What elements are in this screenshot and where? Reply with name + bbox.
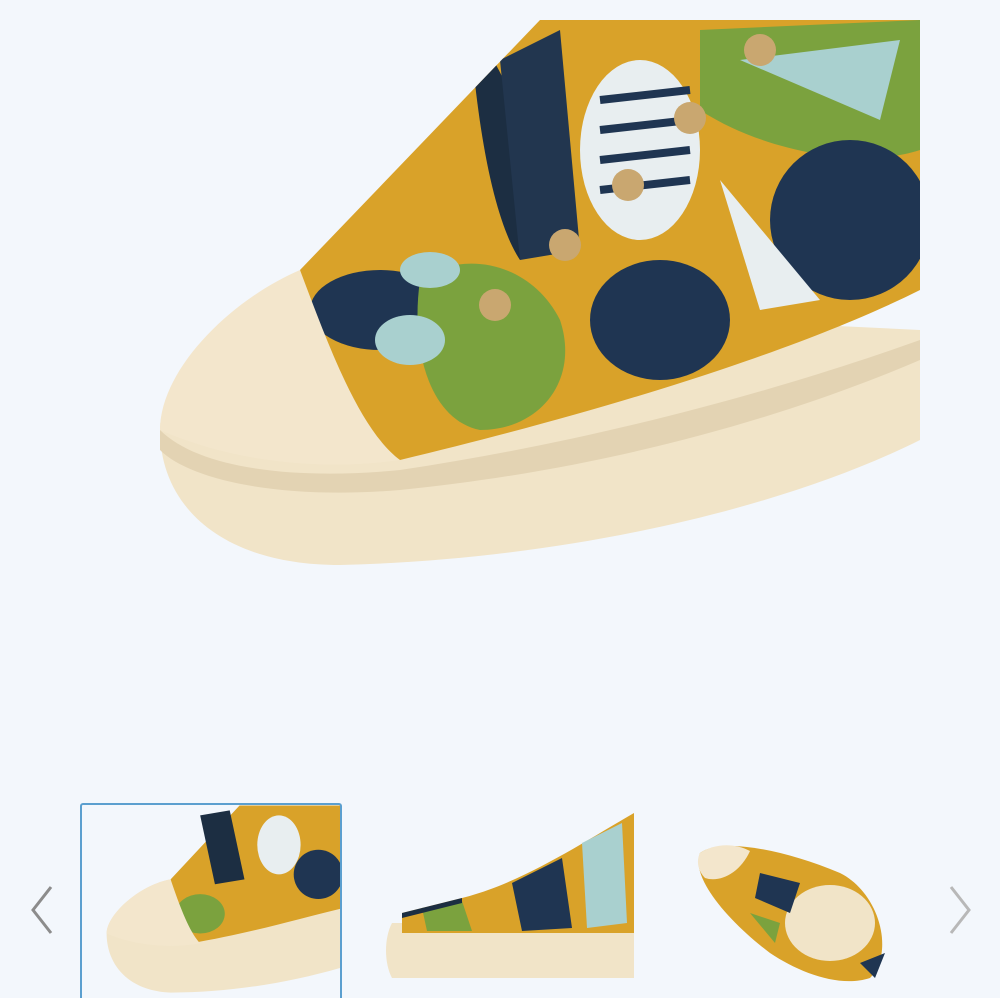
thumbnail-toe-closeup[interactable] [80,803,342,998]
main-product-image [0,0,1000,760]
thumbnail-top-angle[interactable] [660,803,922,998]
thumbnail-side-profile[interactable] [372,803,634,998]
next-thumbnail-button[interactable] [940,880,980,940]
chevron-right-icon [949,886,971,934]
thumbnail-strip [0,790,1000,998]
